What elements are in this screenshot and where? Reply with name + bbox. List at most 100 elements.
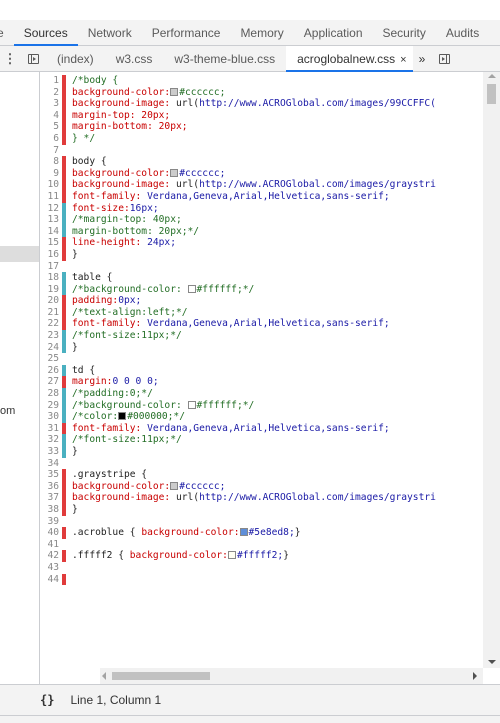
code-line[interactable]: 36 background-color: #cccccc;: [40, 480, 436, 493]
source-tab-w3-theme-blue[interactable]: w3-theme-blue.css: [163, 46, 286, 72]
more-options-icon[interactable]: ⋮: [0, 51, 20, 67]
code-line[interactable]: 34: [40, 458, 436, 470]
code-line[interactable]: 1 /*body {: [40, 75, 436, 87]
vertical-scrollbar[interactable]: [483, 72, 500, 668]
line-number[interactable]: 41: [40, 539, 62, 551]
line-number[interactable]: 2: [40, 87, 62, 99]
code-line[interactable]: 18 table {: [40, 272, 436, 284]
vertical-scroll-thumb[interactable]: [487, 84, 496, 104]
line-number[interactable]: 34: [40, 458, 62, 470]
scroll-down-icon[interactable]: [488, 660, 496, 664]
color-swatch-icon[interactable]: [227, 551, 236, 560]
more-tabs-button[interactable]: »: [413, 52, 432, 66]
code-line[interactable]: 8 body {: [40, 156, 436, 168]
line-number[interactable]: 11: [40, 191, 62, 203]
color-swatch-icon[interactable]: [170, 168, 179, 177]
close-tab-icon[interactable]: ×: [400, 54, 406, 66]
pretty-print-button[interactable]: {}: [40, 693, 54, 707]
navigator-item-fragment[interactable]: om: [0, 405, 15, 417]
line-number[interactable]: 6: [40, 133, 62, 145]
code-line[interactable]: 42 .fffff2 { background-color: #fffff2;}: [40, 550, 436, 562]
color-swatch-icon[interactable]: [187, 284, 196, 293]
color-swatch-icon[interactable]: [187, 400, 196, 409]
code-line[interactable]: 38}: [40, 503, 436, 516]
line-number[interactable]: 15: [40, 237, 62, 249]
line-number[interactable]: 28: [40, 388, 62, 400]
tab-elements-partial[interactable]: e: [0, 20, 14, 46]
line-number[interactable]: 27: [40, 376, 62, 388]
scroll-up-icon[interactable]: [488, 74, 496, 78]
line-number[interactable]: 4: [40, 110, 62, 122]
line-number[interactable]: 44: [40, 574, 62, 586]
line-number[interactable]: 16: [40, 249, 62, 261]
code-line[interactable]: 11 font-family: Verdana,Geneva,Arial,Helv…: [40, 190, 436, 203]
line-number[interactable]: 24: [40, 342, 62, 354]
code-line[interactable]: 7: [40, 145, 436, 157]
horizontal-scrollbar[interactable]: [100, 668, 483, 684]
code-line[interactable]: 2 background-color: #cccccc;: [40, 86, 436, 99]
tab-network[interactable]: Network: [78, 20, 142, 46]
code-line[interactable]: 26 td {: [40, 364, 436, 377]
code-line[interactable]: 5 margin-bottom: 20px;: [40, 121, 436, 133]
code-line[interactable]: 28 /*padding:0;*/: [40, 388, 436, 400]
line-number[interactable]: 35: [40, 469, 62, 481]
line-number[interactable]: 13: [40, 214, 62, 226]
tab-audits[interactable]: Audits: [436, 20, 489, 46]
line-number[interactable]: 36: [40, 481, 62, 493]
line-number[interactable]: 17: [40, 261, 62, 273]
line-number[interactable]: 3: [40, 98, 62, 110]
code-line[interactable]: 40 .acroblue { background-color: #5e8ed8;}: [40, 527, 436, 539]
line-number[interactable]: 22: [40, 318, 62, 330]
code-line[interactable]: 9 background-color: #cccccc;: [40, 167, 436, 180]
line-number[interactable]: 20: [40, 295, 62, 307]
source-tab-w3css[interactable]: w3.css: [105, 46, 164, 72]
line-number[interactable]: 29: [40, 400, 62, 412]
line-number[interactable]: 37: [40, 492, 62, 504]
code-line[interactable]: 37 background-image: url(http://www.ACROG…: [40, 492, 436, 504]
tab-security[interactable]: Security: [373, 20, 436, 46]
line-number[interactable]: 30: [40, 411, 62, 423]
scroll-right-icon[interactable]: [473, 672, 477, 680]
code-line[interactable]: 22 font-family: Verdana,Geneva,Arial,Helv…: [40, 318, 436, 331]
line-number[interactable]: 5: [40, 121, 62, 133]
line-number[interactable]: 26: [40, 365, 62, 377]
code-line[interactable]: 3 background-image: url(http://www.ACROGl…: [40, 98, 436, 110]
line-number[interactable]: 9: [40, 168, 62, 180]
code-line[interactable]: 41: [40, 539, 436, 551]
source-tab-acroglobalnew[interactable]: acroglobalnew.css ×: [286, 45, 413, 72]
tab-memory[interactable]: Memory: [230, 20, 293, 46]
source-tab-index[interactable]: (index): [46, 46, 105, 72]
code-line[interactable]: 35 .graystripe {: [40, 469, 436, 481]
code-line[interactable]: 19 /*background-color: #ffffff;*/: [40, 283, 436, 296]
line-number[interactable]: 8: [40, 156, 62, 168]
color-swatch-icon[interactable]: [118, 412, 127, 421]
color-swatch-icon[interactable]: [170, 87, 179, 96]
line-number[interactable]: 14: [40, 226, 62, 238]
line-number[interactable]: 1: [40, 75, 62, 87]
code-line[interactable]: 16}: [40, 248, 436, 261]
line-number[interactable]: 40: [40, 527, 62, 539]
tab-performance[interactable]: Performance: [142, 20, 231, 46]
line-number[interactable]: 18: [40, 272, 62, 284]
line-number[interactable]: 38: [40, 504, 62, 516]
file-navigator[interactable]: om: [0, 72, 40, 684]
code-line[interactable]: 17: [40, 261, 436, 273]
line-number[interactable]: 19: [40, 284, 62, 296]
code-line[interactable]: 25: [40, 353, 436, 365]
line-number[interactable]: 23: [40, 330, 62, 342]
line-number[interactable]: 43: [40, 562, 62, 574]
code-line[interactable]: 12 font-size:16px;: [40, 202, 436, 215]
code-line[interactable]: 33}: [40, 446, 436, 458]
code-line[interactable]: 39: [40, 516, 436, 528]
code-line[interactable]: 21 /*text-align:left;*/: [40, 306, 436, 319]
navigator-selected-row[interactable]: [0, 246, 39, 262]
code-line[interactable]: 24}: [40, 341, 436, 354]
code-line[interactable]: 30 /*color: #000000;*/: [40, 411, 436, 423]
line-number[interactable]: 12: [40, 203, 62, 215]
code-line[interactable]: 4 margin-top: 20px;: [40, 109, 436, 122]
color-swatch-icon[interactable]: [239, 528, 248, 537]
line-number[interactable]: 25: [40, 353, 62, 365]
code-line[interactable]: 6} */: [40, 132, 436, 145]
line-number[interactable]: 39: [40, 516, 62, 528]
code-line[interactable]: 31 font-family: Verdana,Geneva,Arial,Helv…: [40, 422, 436, 435]
